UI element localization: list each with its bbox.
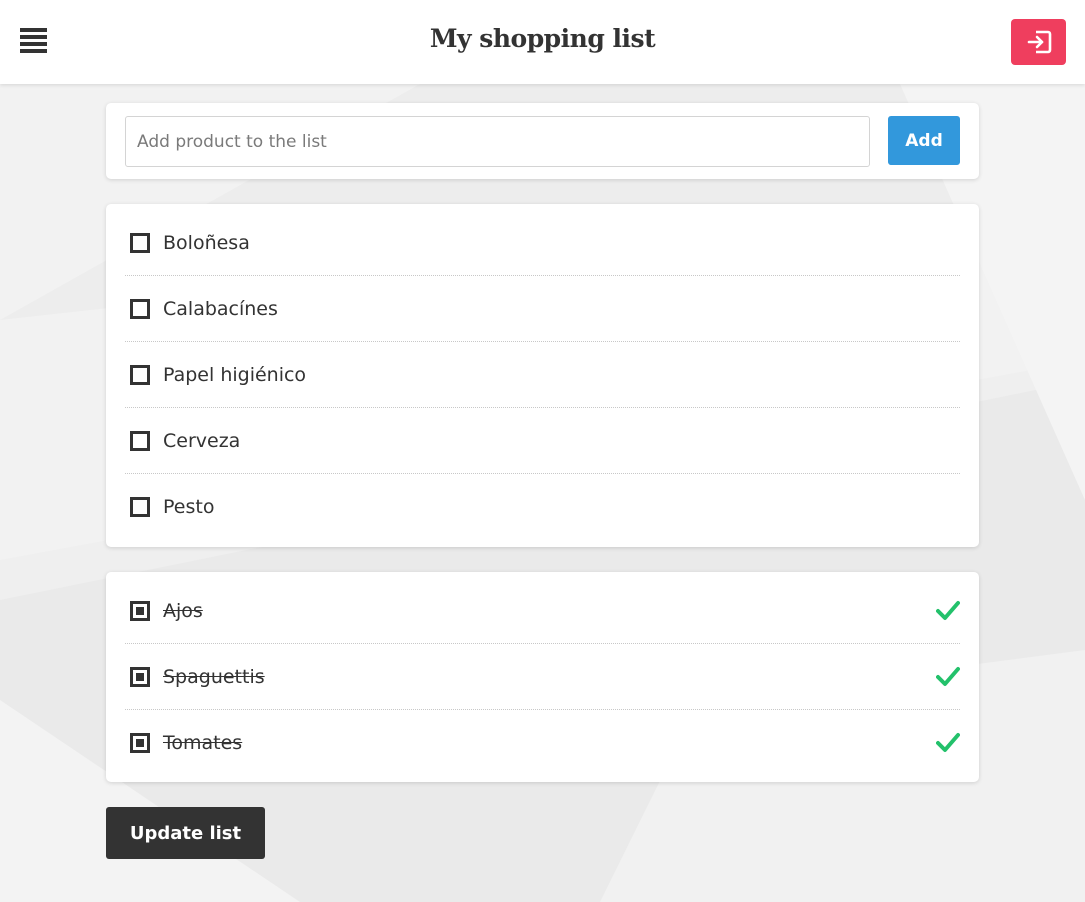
checkbox[interactable] (130, 232, 150, 253)
top-bar: My shopping list (0, 0, 1085, 84)
checkbox[interactable] (130, 497, 150, 517)
checkbox[interactable] (130, 430, 150, 451)
checkbox[interactable] (130, 666, 150, 687)
logout-icon (1027, 30, 1051, 54)
item-label: Boloñesa (163, 231, 250, 254)
checkmark-icon (936, 733, 960, 752)
list-item[interactable]: Boloñesa (125, 210, 960, 276)
list-item[interactable]: Papel higiénico (125, 342, 960, 408)
pending-items-card: Boloñesa Calabacínes Papel higiénico Cer… (106, 204, 979, 547)
checkmark-icon (936, 601, 960, 620)
list-item[interactable]: Cerveza (125, 408, 960, 474)
item-label: Pesto (163, 496, 215, 518)
item-label: Calabacínes (163, 297, 278, 320)
pending-list: Boloñesa Calabacínes Papel higiénico Cer… (125, 210, 960, 540)
add-button[interactable]: Add (888, 116, 960, 165)
logout-button[interactable] (1011, 19, 1066, 65)
list-item[interactable]: Tomates (125, 710, 960, 776)
list-item[interactable]: Ajos (125, 578, 960, 644)
item-label: Tomates (163, 732, 243, 754)
done-items-card: Ajos Spaguettis Tomates (106, 572, 979, 782)
list-item[interactable]: Spaguettis (125, 644, 960, 710)
item-label: Spaguettis (163, 665, 265, 688)
item-label: Cerveza (163, 429, 241, 452)
checkmark-icon (936, 667, 960, 686)
done-list: Ajos Spaguettis Tomates (125, 578, 960, 776)
item-label: Papel higiénico (163, 363, 307, 386)
checkbox[interactable] (130, 600, 150, 621)
page-title: My shopping list (429, 24, 656, 53)
checkbox[interactable] (130, 733, 150, 753)
checkbox[interactable] (130, 364, 150, 385)
checkbox[interactable] (130, 298, 150, 319)
add-product-input[interactable] (125, 116, 870, 167)
item-label: Ajos (163, 599, 203, 622)
list-item[interactable]: Calabacínes (125, 276, 960, 342)
add-product-card: Add (106, 103, 979, 179)
list-item[interactable]: Pesto (125, 474, 960, 540)
update-list-button[interactable]: Update list (106, 807, 265, 859)
